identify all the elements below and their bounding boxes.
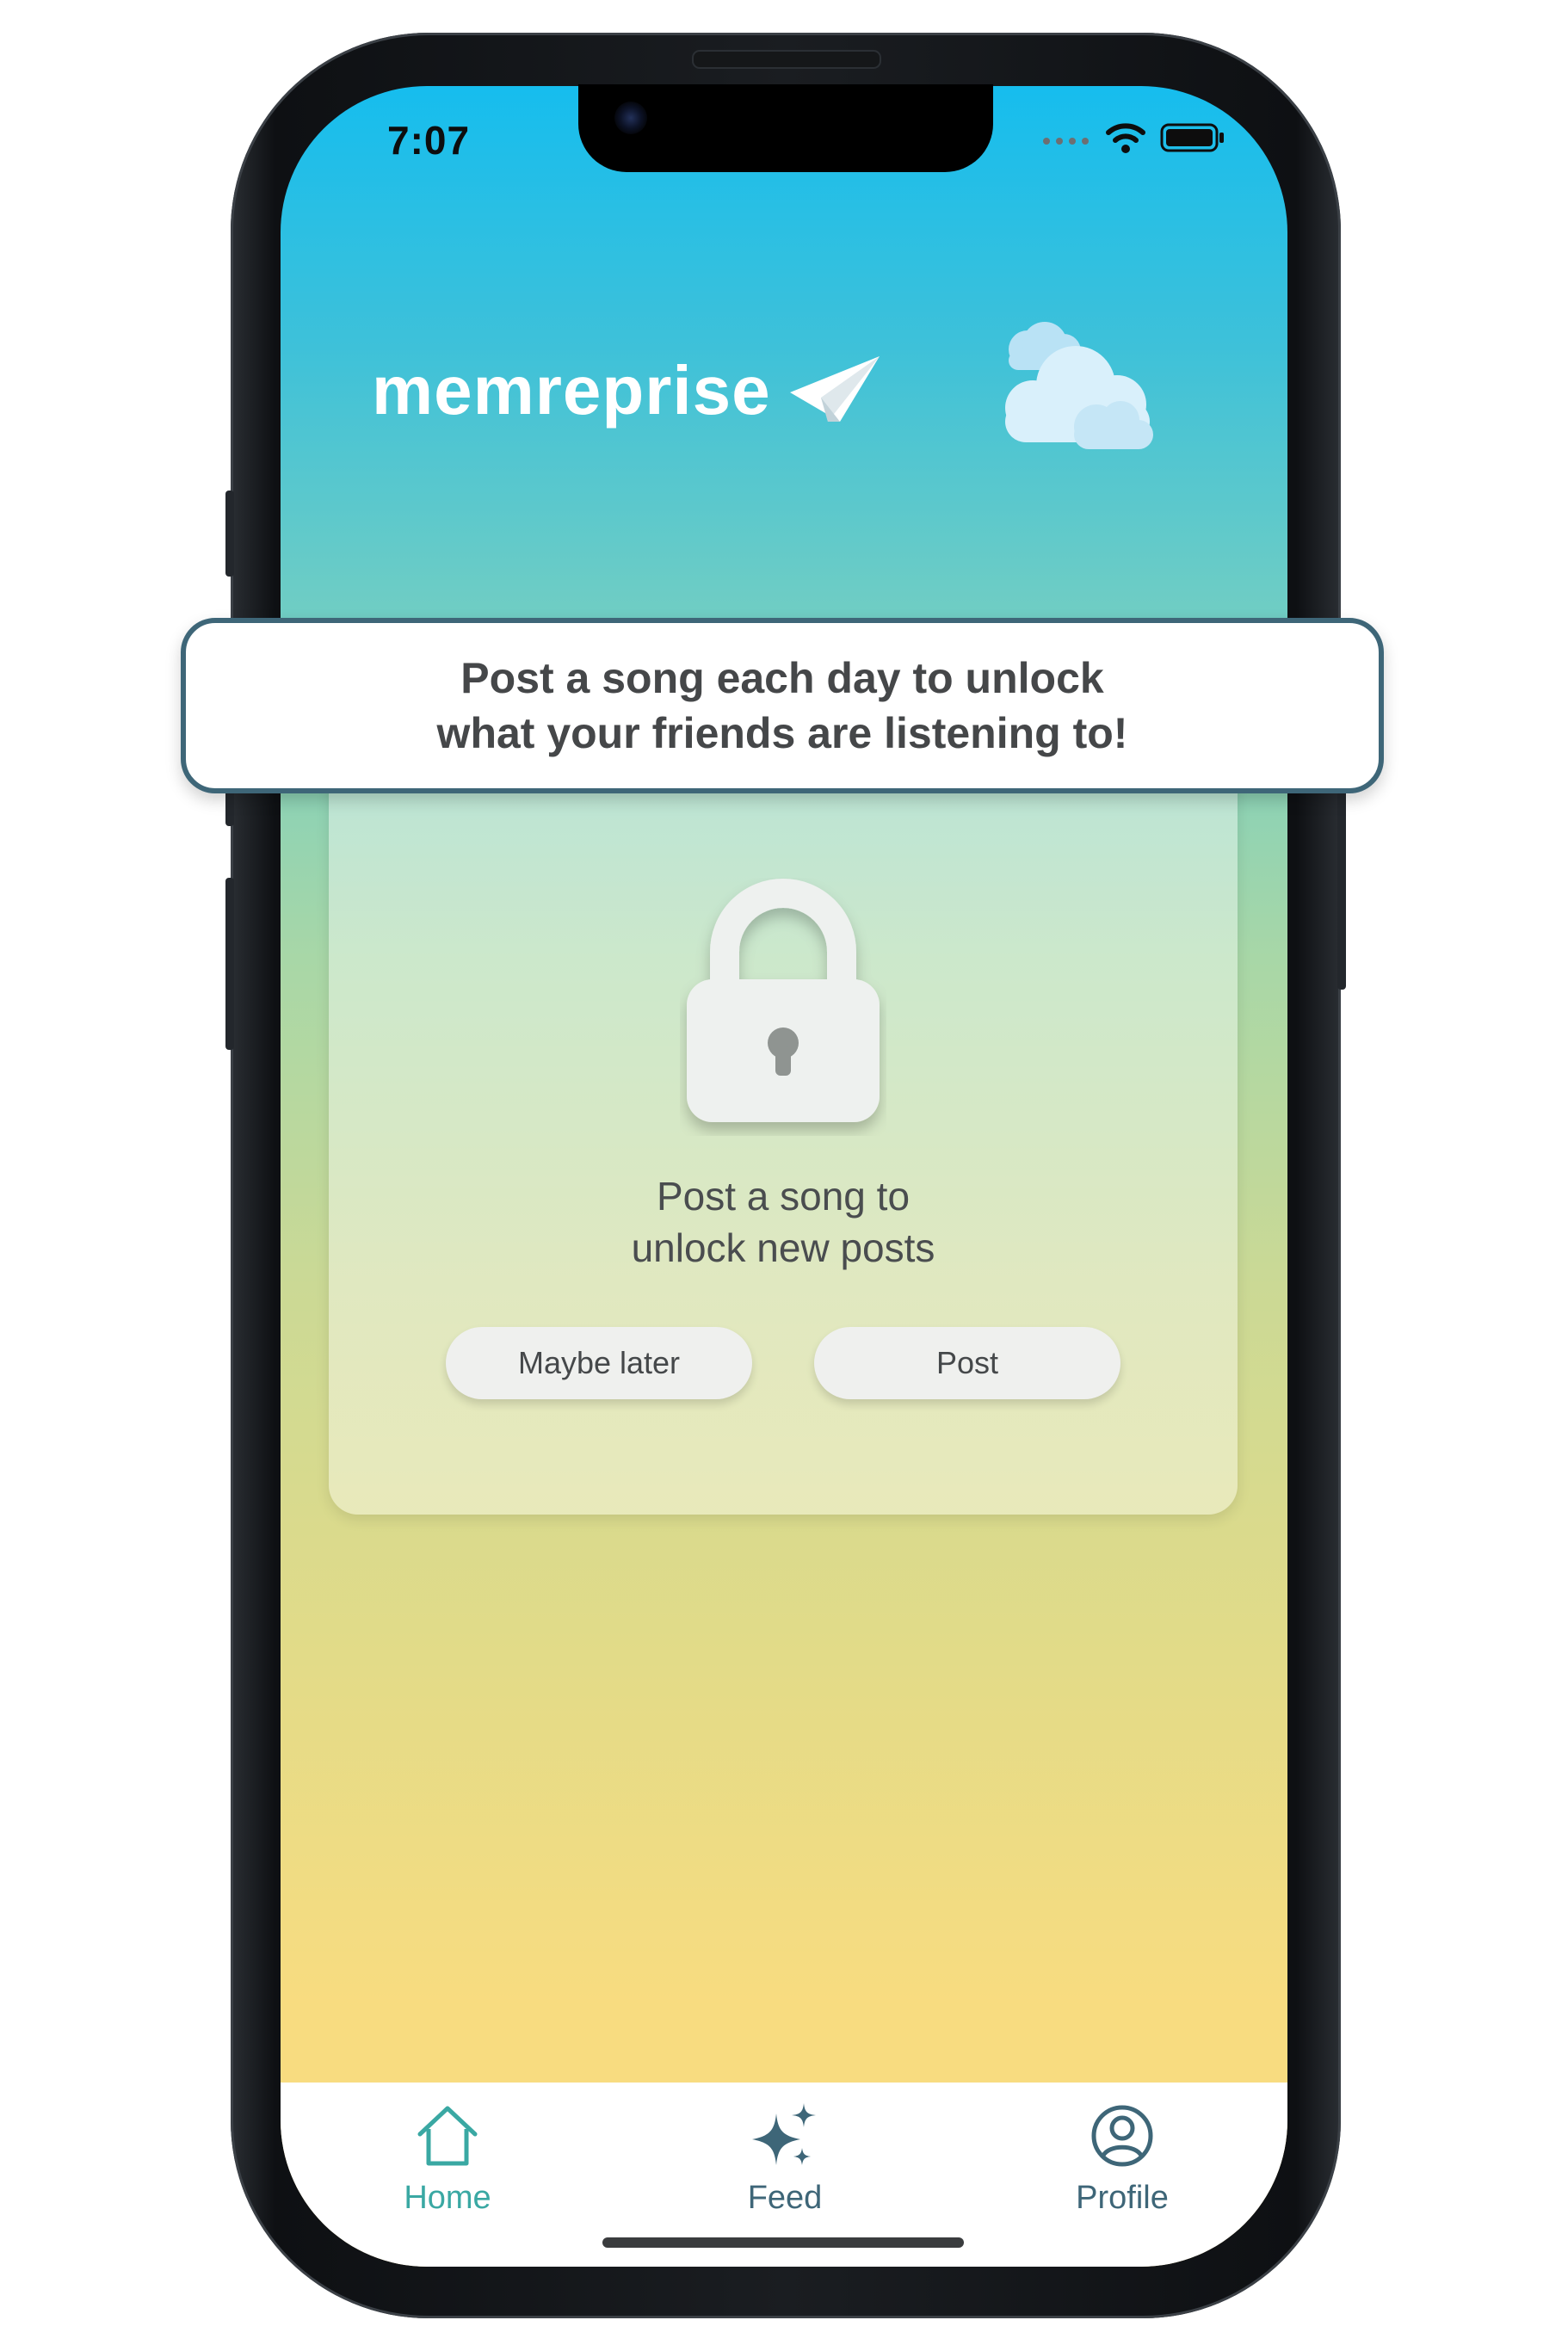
tab-feed-label: Feed bbox=[747, 2180, 823, 2216]
sparkles-icon bbox=[750, 2101, 819, 2175]
home-icon bbox=[413, 2101, 482, 2175]
tab-feed[interactable]: Feed bbox=[699, 2101, 871, 2217]
callout-banner-text: Post a song each day to unlock what your… bbox=[436, 654, 1128, 757]
cloud-icon bbox=[991, 318, 1164, 460]
paper-plane-icon bbox=[787, 353, 883, 429]
locked-posts-card: Post a song to unlock new posts Maybe la… bbox=[329, 757, 1238, 1515]
tab-profile-label: Profile bbox=[1076, 2180, 1169, 2216]
volume-down-button bbox=[225, 878, 234, 1050]
wifi-icon bbox=[1105, 120, 1146, 159]
home-indicator[interactable] bbox=[602, 2237, 964, 2248]
post-button[interactable]: Post bbox=[814, 1327, 1120, 1399]
app-title: memreprise bbox=[372, 352, 771, 429]
app-header: memreprise bbox=[372, 351, 883, 430]
lock-icon bbox=[680, 878, 886, 1140]
callout-banner: Post a song each day to unlock what your… bbox=[181, 618, 1384, 793]
unlock-message: Post a song to unlock new posts bbox=[631, 1174, 935, 1270]
tab-home-label: Home bbox=[404, 2180, 491, 2216]
status-time: 7:07 bbox=[387, 118, 471, 163]
tab-profile[interactable]: Profile bbox=[1036, 2101, 1208, 2217]
profile-icon bbox=[1088, 2101, 1157, 2175]
silent-switch bbox=[225, 491, 234, 577]
earpiece-speaker bbox=[692, 50, 881, 69]
app-screen: memreprise Post a song to unlock new pos… bbox=[281, 86, 1287, 2267]
tab-home[interactable]: Home bbox=[361, 2101, 534, 2217]
front-camera bbox=[614, 102, 647, 134]
maybe-later-button[interactable]: Maybe later bbox=[446, 1327, 752, 1399]
battery-icon bbox=[1160, 122, 1225, 157]
cellular-signal-icon bbox=[1041, 129, 1091, 151]
status-indicators bbox=[1041, 120, 1225, 159]
